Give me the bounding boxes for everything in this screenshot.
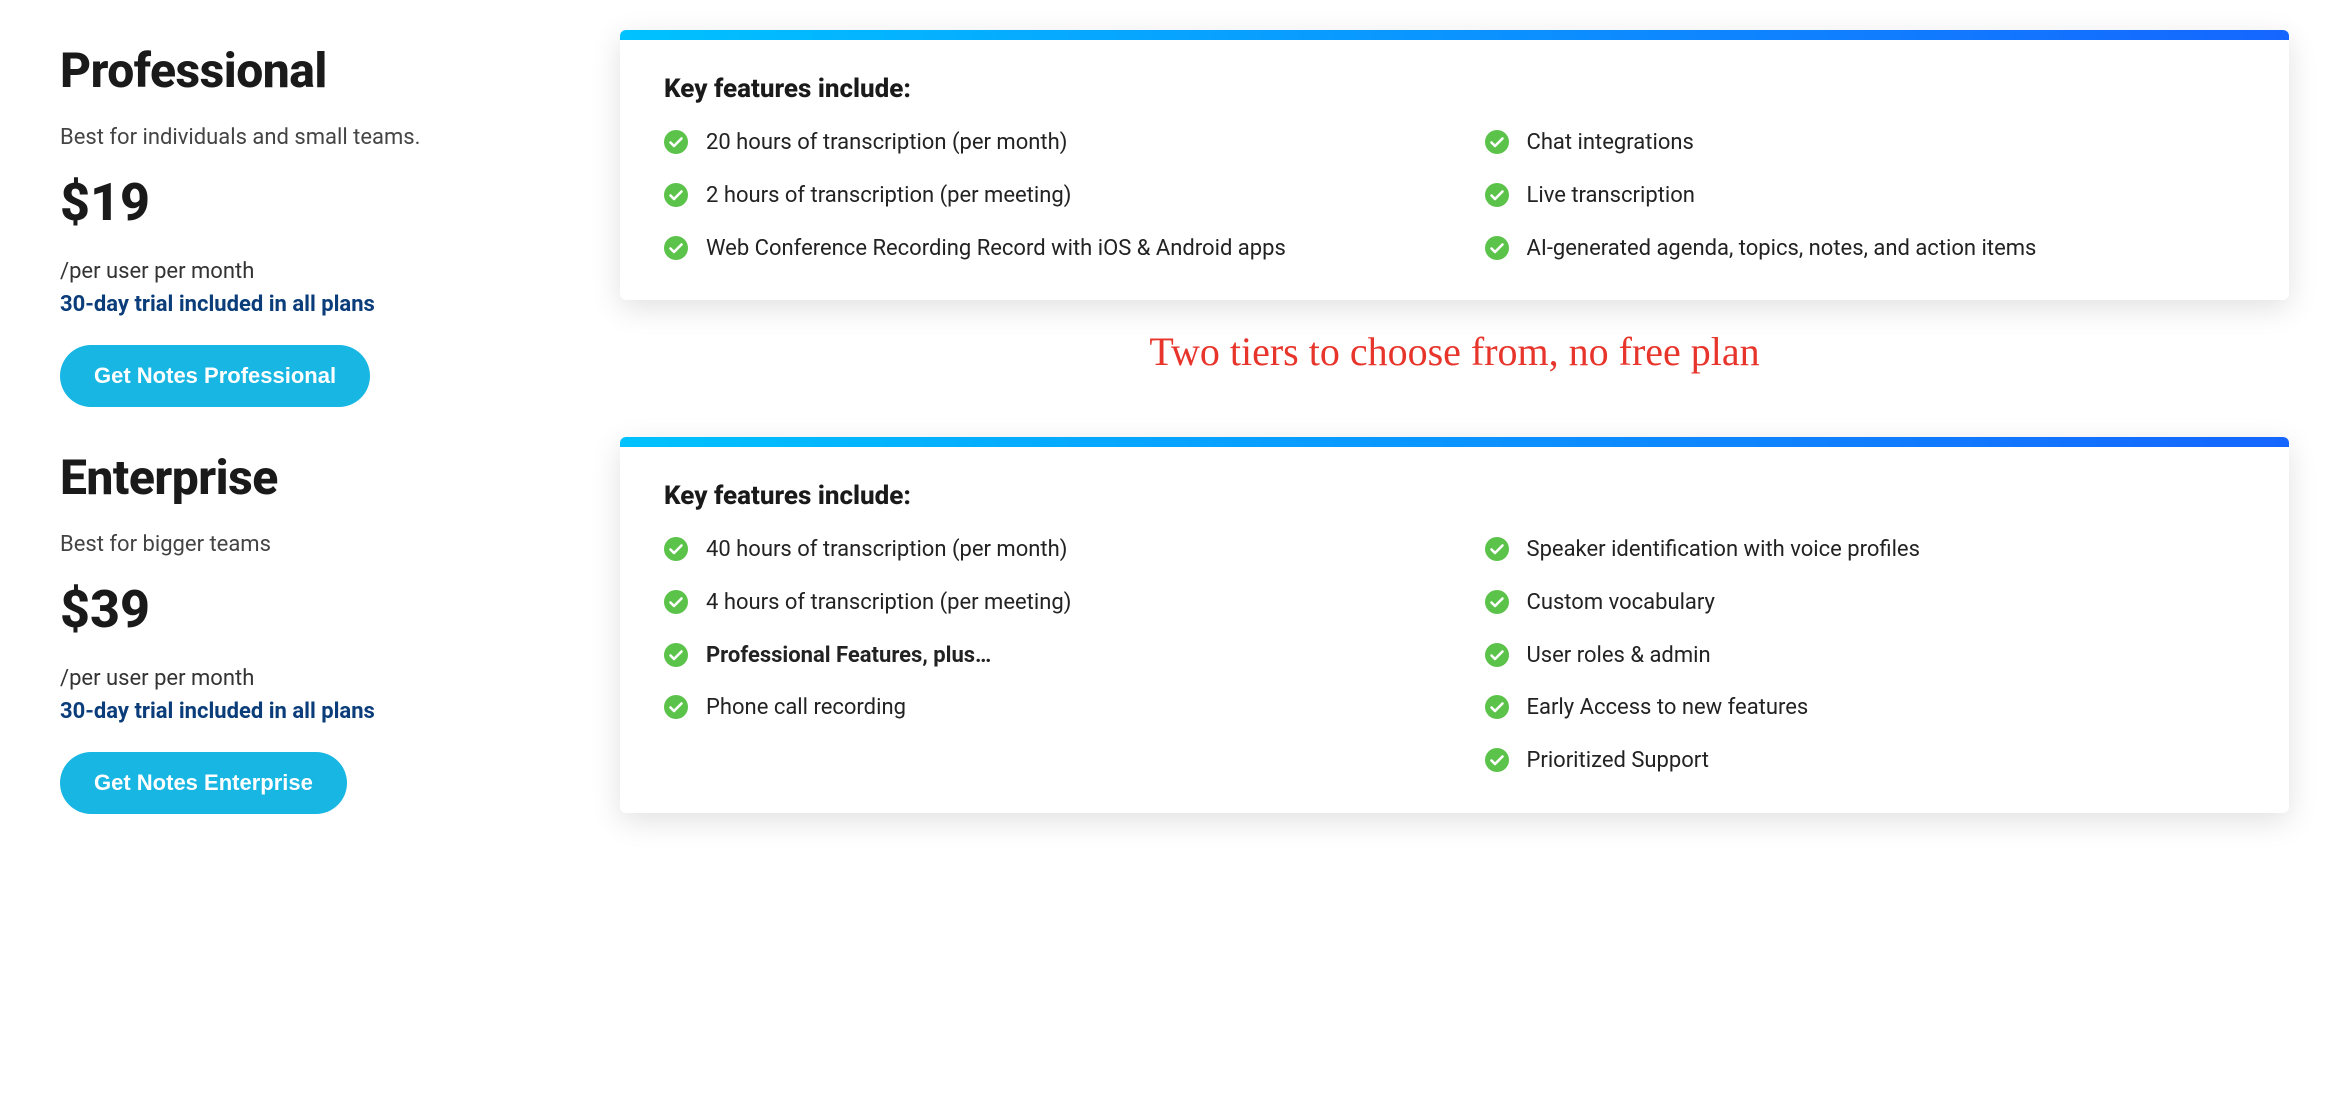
- features-card: Key features include: 40 hours of transc…: [620, 437, 2289, 813]
- feature-item: 40 hours of transcription (per month): [664, 535, 1425, 566]
- check-circle-icon: [1485, 130, 1509, 154]
- feature-item: Speaker identification with voice profil…: [1485, 535, 2246, 566]
- get-notes-professional-button[interactable]: Get Notes Professional: [60, 345, 370, 407]
- tier-subtitle: Best for bigger teams: [60, 532, 540, 557]
- feature-text: 40 hours of transcription (per month): [706, 535, 1067, 566]
- feature-text: Custom vocabulary: [1527, 588, 1715, 619]
- feature-item: 4 hours of transcription (per meeting): [664, 588, 1425, 619]
- tier-features-panel: Key features include: 40 hours of transc…: [620, 437, 2289, 813]
- feature-text: 2 hours of transcription (per meeting): [706, 181, 1071, 212]
- tier-per-user: /per user per month: [60, 666, 540, 691]
- check-circle-icon: [664, 537, 688, 561]
- feature-text: Chat integrations: [1527, 128, 1694, 159]
- tier-info: Professional Best for individuals and sm…: [60, 30, 540, 407]
- features-heading: Key features include:: [664, 74, 2245, 104]
- features-card: Key features include: 20 hours of transc…: [620, 30, 2289, 300]
- tier-features-panel: Key features include: 20 hours of transc…: [620, 30, 2289, 397]
- check-circle-icon: [1485, 183, 1509, 207]
- tier-price: $19: [60, 172, 540, 233]
- feature-item: Chat integrations: [1485, 128, 2246, 159]
- feature-item: Early Access to new features: [1485, 693, 2246, 724]
- check-circle-icon: [664, 236, 688, 260]
- feature-text: Professional Features, plus…: [706, 641, 991, 672]
- tier-price: $39: [60, 579, 540, 640]
- feature-text: AI-generated agenda, topics, notes, and …: [1527, 234, 2037, 265]
- feature-item: Phone call recording: [664, 693, 1425, 724]
- features-column-left: 20 hours of transcription (per month) 2 h…: [664, 128, 1425, 264]
- tier-per-user: /per user per month: [60, 259, 540, 284]
- get-notes-enterprise-button[interactable]: Get Notes Enterprise: [60, 752, 347, 814]
- feature-item: 2 hours of transcription (per meeting): [664, 181, 1425, 212]
- check-circle-icon: [664, 643, 688, 667]
- check-circle-icon: [1485, 537, 1509, 561]
- card-accent-bar: [620, 437, 2289, 447]
- feature-item: 20 hours of transcription (per month): [664, 128, 1425, 159]
- feature-text: 20 hours of transcription (per month): [706, 128, 1067, 159]
- check-circle-icon: [664, 695, 688, 719]
- features-column-right: Chat integrations Live transcription AI-ge…: [1485, 128, 2246, 264]
- check-circle-icon: [1485, 590, 1509, 614]
- feature-item: Custom vocabulary: [1485, 588, 2246, 619]
- feature-item: User roles & admin: [1485, 641, 2246, 672]
- feature-text: Phone call recording: [706, 693, 906, 724]
- feature-text: Speaker identification with voice profil…: [1527, 535, 1920, 566]
- check-circle-icon: [1485, 236, 1509, 260]
- tier-info: Enterprise Best for bigger teams $39 /pe…: [60, 437, 540, 814]
- feature-item: Web Conference Recording Record with iOS…: [664, 234, 1425, 265]
- tier-title: Enterprise: [60, 449, 540, 506]
- features-column-left: 40 hours of transcription (per month) 4 h…: [664, 535, 1425, 777]
- feature-text: Early Access to new features: [1527, 693, 1809, 724]
- check-circle-icon: [664, 130, 688, 154]
- feature-text: 4 hours of transcription (per meeting): [706, 588, 1071, 619]
- check-circle-icon: [664, 590, 688, 614]
- feature-text: Prioritized Support: [1527, 746, 1710, 777]
- check-circle-icon: [1485, 695, 1509, 719]
- tier-trial-note: 30-day trial included in all plans: [60, 292, 540, 317]
- check-circle-icon: [1485, 643, 1509, 667]
- features-heading: Key features include:: [664, 481, 2245, 511]
- feature-text: User roles & admin: [1527, 641, 1711, 672]
- feature-item: Live transcription: [1485, 181, 2246, 212]
- pricing-tier-enterprise: Enterprise Best for bigger teams $39 /pe…: [60, 437, 2289, 814]
- check-circle-icon: [664, 183, 688, 207]
- feature-text: Live transcription: [1527, 181, 1695, 212]
- tier-title: Professional: [60, 42, 540, 99]
- feature-item: AI-generated agenda, topics, notes, and …: [1485, 234, 2246, 265]
- feature-item: Prioritized Support: [1485, 746, 2246, 777]
- card-accent-bar: [620, 30, 2289, 40]
- feature-text: Web Conference Recording Record with iOS…: [706, 234, 1286, 265]
- feature-item: Professional Features, plus…: [664, 641, 1425, 672]
- check-circle-icon: [1485, 748, 1509, 772]
- tier-subtitle: Best for individuals and small teams.: [60, 125, 540, 150]
- tier-trial-note: 30-day trial included in all plans: [60, 699, 540, 724]
- annotation-text: Two tiers to choose from, no free plan: [620, 328, 2289, 375]
- features-column-right: Speaker identification with voice profil…: [1485, 535, 2246, 777]
- pricing-tier-professional: Professional Best for individuals and sm…: [60, 30, 2289, 407]
